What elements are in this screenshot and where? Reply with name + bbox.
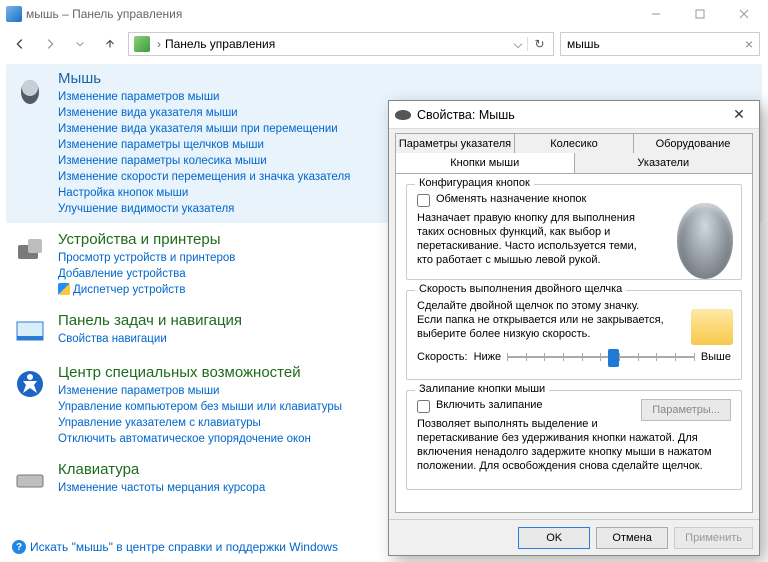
search-input[interactable]: мышь × [560,32,760,56]
apply-button[interactable]: Применить [674,527,753,549]
app-icon [6,6,22,22]
forward-button[interactable] [38,32,62,56]
fast-label: Выше [701,351,731,363]
help-icon: ? [12,540,26,554]
address-bar[interactable]: › Панель управления ⌵ ↻ [128,32,554,56]
maximize-button[interactable] [678,0,722,28]
legend: Скорость выполнения двойного щелчка [415,283,626,295]
tab-pointers[interactable]: Указатели [575,153,754,173]
double-click-speed-slider[interactable] [507,347,695,367]
checkbox-input[interactable] [417,194,430,207]
mouse-illustration [677,203,733,279]
breadcrumb-sep: › [157,37,161,51]
group-heading-mouse[interactable]: Мышь [58,70,756,87]
mouse-properties-dialog: Свойства: Мышь ✕ Параметры указателя Кол… [388,100,760,556]
refresh-icon[interactable]: ↻ [527,37,551,51]
accessibility-icon [12,366,48,402]
window-title: мышь – Панель управления [26,7,182,21]
tab-wheel[interactable]: Колесико [515,133,634,153]
devices-icon [12,233,48,269]
mouse-icon [395,110,411,120]
back-button[interactable] [8,32,32,56]
recent-dropdown[interactable] [68,32,92,56]
close-button[interactable] [722,0,766,28]
legend: Конфигурация кнопок [415,177,534,189]
desc-text: Сделайте двойной щелчок по этому значку.… [417,299,667,341]
folder-test-icon[interactable] [691,309,733,345]
slow-label: Ниже [474,351,502,363]
checkbox-input[interactable] [417,400,430,413]
tab-pointer-options[interactable]: Параметры указателя [395,133,515,153]
cpl-icon [134,36,150,52]
breadcrumb[interactable]: Панель управления [165,37,275,51]
cancel-button[interactable]: Отмена [596,527,668,549]
desc-text: Позволяет выполнять выделение и перетаск… [417,417,731,473]
search-help-link[interactable]: ? Искать "мышь" в центре справки и подде… [12,540,338,554]
up-button[interactable] [98,32,122,56]
address-dropdown-icon[interactable]: ⌵ [509,37,527,52]
mouse-category-icon [12,72,48,108]
ok-button[interactable]: OK [518,527,590,549]
swap-buttons-checkbox[interactable]: Обменять назначение кнопок [417,193,731,207]
clicklock-checkbox[interactable]: Включить залипание [417,399,641,413]
tab-buttons[interactable]: Кнопки мыши [395,153,575,173]
clicklock-params-button[interactable]: Параметры... [641,399,731,421]
tab-hardware[interactable]: Оборудование [634,133,753,153]
minimize-button[interactable] [634,0,678,28]
legend: Залипание кнопки мыши [415,383,549,395]
dialog-close-button[interactable]: ✕ [725,106,753,123]
dialog-title: Свойства: Мышь [417,108,515,122]
search-value: мышь [567,37,600,51]
clear-search-icon[interactable]: × [745,36,753,52]
desc-text: Назначает правую кнопку для выполнения т… [417,211,637,267]
keyboard-icon [12,463,48,499]
speed-label: Скорость: [417,351,468,363]
taskbar-icon [12,314,48,350]
